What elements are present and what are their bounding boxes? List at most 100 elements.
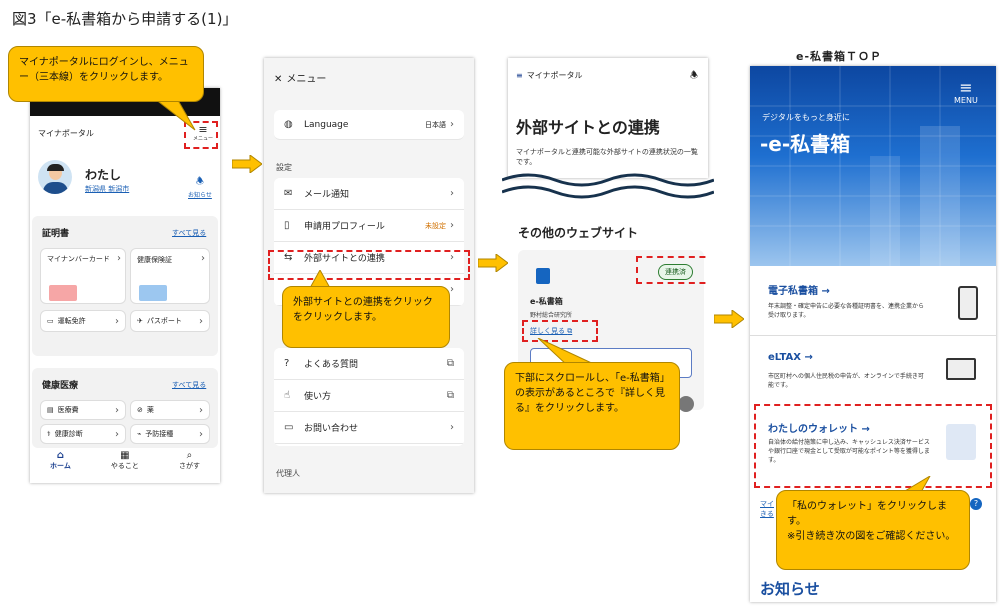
avatar	[38, 160, 72, 194]
service-title: eLTAX →	[768, 352, 813, 363]
plane-icon: ✈	[137, 317, 143, 325]
close-icon[interactable]: ✕	[274, 74, 282, 85]
nav-todo[interactable]: ▦ やること	[111, 450, 139, 480]
arrow-right-icon	[232, 155, 262, 173]
site-logo: -e-私書箱	[760, 132, 851, 156]
cert-insurance-card[interactable]: 健康保険証 ›	[130, 248, 210, 304]
highlight-status-badge	[636, 256, 708, 284]
cert-see-all-link[interactable]: すべて見る	[172, 228, 206, 238]
service-electronic-mailbox[interactable]: 電子私書箱 → 年末調整・確定申告に必要な各種証明書を、連携企業から受け取ります…	[750, 272, 996, 336]
chevron-right-icon: ›	[450, 188, 454, 199]
pointer-icon: ☝	[284, 390, 291, 401]
chevron-right-icon: ›	[450, 422, 454, 433]
health-checkup-button[interactable]: ⚕ 健康診断 ›	[40, 424, 126, 444]
service-desc: 年末調整・確定申告に必要な各種証明書を、連携企業から受け取ります。	[768, 303, 925, 319]
section-agent: 代理人	[276, 469, 300, 478]
nav-home[interactable]: ⌂ ホーム	[50, 450, 71, 480]
globe-icon: ◍	[284, 119, 293, 130]
health-section: 健康医療 すべて見る ▤ 医療費 › ⊘ 薬 › ⚕ 健康診断 › ⌁ 予防接種 ›	[32, 368, 218, 448]
help-icon[interactable]: ?	[970, 498, 982, 510]
highlight-external-sites	[268, 250, 470, 280]
chat-icon: ▭	[284, 422, 294, 433]
insurance-card-icon	[139, 285, 167, 301]
chevron-right-icon: ›	[450, 220, 454, 231]
app-name: マイナポータル	[38, 129, 94, 138]
screen-portal-home: マイナポータル ≡ メニュー わたし 新潟県 新潟市 🕭 お知らせ 証明書 すべ…	[30, 88, 220, 483]
tagline: デジタルをもっと身近に	[762, 113, 850, 122]
menu-mail-notify-row[interactable]: ✉ メール通知 ›	[274, 178, 464, 210]
site-org: 野村総合研究所	[530, 312, 573, 319]
health-medical-cost-button[interactable]: ▤ 医療費 ›	[40, 400, 126, 420]
computer-icon	[946, 358, 976, 380]
nav-search[interactable]: ⌕ さがす	[179, 450, 200, 480]
hamburger-icon: ≡	[959, 78, 973, 97]
mail-icon: ✉	[284, 188, 293, 199]
chevron-right-icon: ›	[201, 253, 205, 264]
service-title: 電子私書箱 →	[768, 286, 830, 297]
health-medicine-button[interactable]: ⊘ 薬 ›	[130, 400, 210, 420]
receipt-icon: ▤	[47, 406, 54, 414]
search-icon: ⌕	[186, 450, 193, 461]
cert-passport-button[interactable]: ✈ パスポート ›	[130, 310, 210, 332]
arrow-right-icon	[714, 310, 744, 328]
hamburger-icon[interactable]: ≡	[516, 71, 523, 80]
user-name: わたし	[85, 168, 122, 182]
bell-icon: 🕭	[195, 177, 204, 187]
car-icon: ▭	[47, 317, 54, 325]
menu-button[interactable]: ≡ MENU	[954, 78, 978, 106]
menu-contact-row[interactable]: ▭ お問い合わせ ›	[274, 412, 464, 444]
wave-separator	[502, 173, 714, 199]
section-settings: 設定	[276, 163, 292, 172]
screen-external-sites-top: ≡ マイナポータル 🕭 外部サイトとの連携 マイナポータルと連携可能な外部サイトの…	[508, 58, 708, 178]
syringe-icon: ⌁	[137, 430, 142, 438]
side-link[interactable]: マイ きる	[760, 500, 774, 520]
menu-language-row[interactable]: ◍ Language 日本語 ›	[274, 110, 464, 140]
cert-license-button[interactable]: ▭ 運転免許 ›	[40, 310, 126, 332]
arrow-right-icon	[478, 254, 508, 272]
menu-faq-row[interactable]: ? よくある質問 ⧉	[274, 348, 464, 380]
chevron-right-icon: ›	[450, 119, 454, 130]
stethoscope-icon: ⚕	[47, 430, 51, 438]
cube-icon	[536, 268, 550, 284]
clipboard-icon: ▦	[120, 450, 130, 461]
external-link-icon: ⧉	[446, 390, 454, 401]
bell-icon[interactable]: 🕭	[690, 68, 698, 84]
health-see-all-link[interactable]: すべて見る	[172, 380, 206, 390]
news-title: お知らせ	[760, 580, 820, 598]
id-card-icon	[49, 285, 77, 301]
highlight-my-wallet	[754, 404, 992, 488]
document-icon: ▯	[284, 220, 290, 231]
chevron-right-icon: ›	[117, 253, 121, 264]
cert-mynumber-card[interactable]: マイナンバーカード ›	[40, 248, 126, 304]
other-sites-title: その他のウェブサイト	[518, 226, 639, 240]
external-link-icon: ⧉	[446, 358, 454, 369]
service-desc: 市区町村への個人住民税の申告が、オンラインで手続き可能です。	[768, 373, 924, 389]
health-title: 健康医療	[42, 381, 79, 391]
question-icon: ?	[284, 358, 290, 369]
notice-button[interactable]: 🕭 お知らせ	[188, 174, 212, 199]
callout-step1: マイナポータルにログインし、メニュー（三本線）をクリックします。	[8, 46, 204, 102]
health-vaccine-button[interactable]: ⌁ 予防接種 ›	[130, 424, 210, 444]
screen-menu: ✕ メニュー ◍ Language 日本語 › 設定 ✉ メール通知 › ▯ 申請…	[264, 58, 474, 493]
toggle-knob	[678, 396, 694, 412]
pill-icon: ⊘	[137, 406, 143, 414]
callout-step4: 「私のウォレット」をクリックします。 ※引き続き次の図をご確認ください。	[776, 490, 970, 570]
menu-profile-row[interactable]: ▯ 申請用プロフィール 未設定 ›	[274, 210, 464, 242]
service-eltax[interactable]: eLTAX → 市区町村への個人住民税の申告が、オンラインで手続き可能です。	[750, 342, 996, 406]
cert-title: 証明書	[42, 229, 70, 239]
callout-step3: 下部にスクロールし、「e-私書箱」の表示があるところで『詳しく見る』をクリックし…	[504, 362, 680, 450]
cert-section: 証明書 すべて見る マイナンバーカード › 健康保険証 › ▭ 運転免許 › ✈ パス…	[32, 216, 218, 356]
help-group: ? よくある質問 ⧉ ☝ 使い方 ⧉ ▭ お問い合わせ ›	[274, 348, 464, 446]
portal-header: ≡ マイナポータル	[516, 71, 583, 80]
user-location-link[interactable]: 新潟県 新潟市	[85, 184, 129, 194]
page-description: マイナポータルと連携可能な外部サイトの連携状況の一覧です。	[516, 148, 698, 166]
menu-howto-row[interactable]: ☝ 使い方 ⧉	[274, 380, 464, 412]
site-name: e-私書箱	[530, 297, 563, 306]
screen4-caption: e-私書箱ＴＯＰ	[796, 50, 883, 63]
figure-title: 図3「e-私書箱から申請する(1)」	[12, 10, 238, 28]
page-title: 外部サイトとの連携	[516, 118, 660, 137]
menu-header: ✕ メニュー	[274, 74, 327, 85]
smartphone-icon	[958, 286, 978, 320]
hero-banner: ≡ MENU デジタルをもっと身近に -e-私書箱	[750, 66, 996, 266]
callout-step2: 外部サイトとの連携をクリックをクリックします。	[282, 286, 450, 348]
